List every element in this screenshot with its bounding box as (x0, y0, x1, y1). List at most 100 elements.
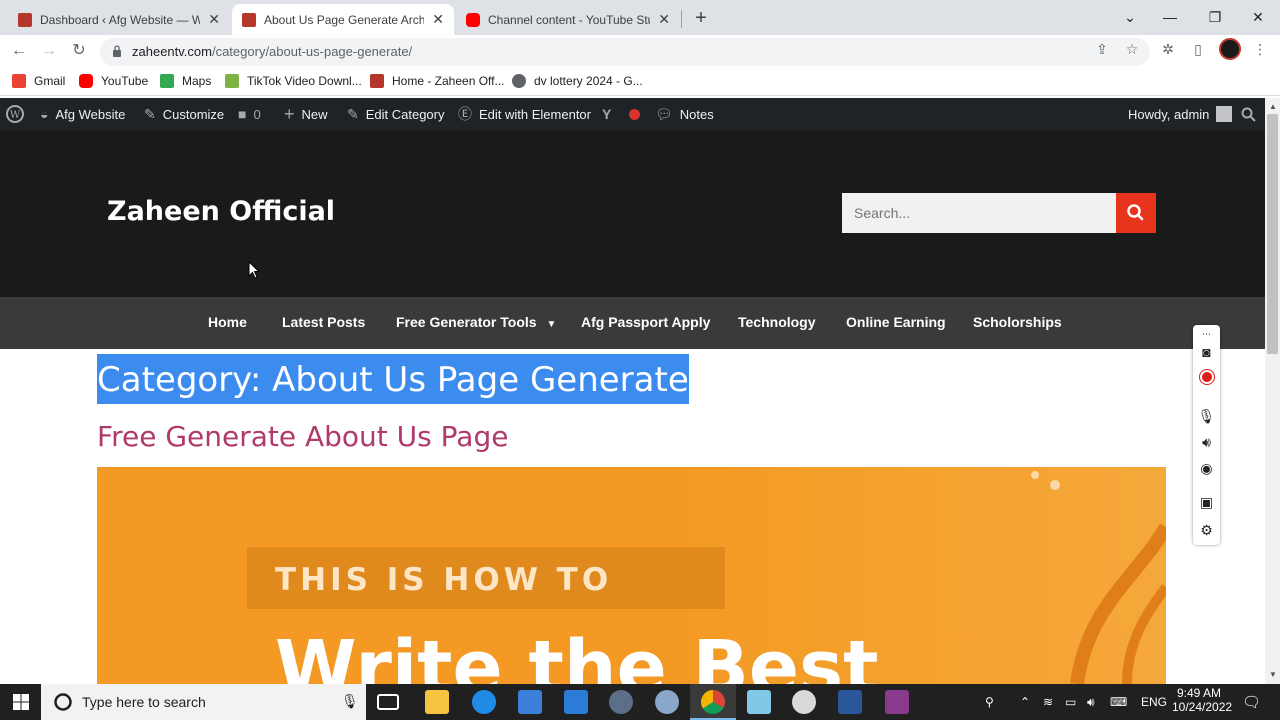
winrar-icon[interactable] (885, 690, 909, 714)
browser-menu-icon[interactable]: ⋮ (1252, 41, 1268, 57)
url-text: zaheentv.com/category/about-us-page-gene… (132, 44, 412, 59)
back-icon[interactable]: ← (8, 40, 30, 62)
close-tab-icon[interactable]: ✕ (432, 11, 444, 28)
record-button[interactable] (1197, 370, 1216, 389)
mail-icon[interactable] (564, 690, 588, 714)
tab-dashboard[interactable]: Dashboard ‹ Afg Website — Wor ✕ (8, 4, 230, 35)
bookmark-dv-lottery[interactable]: dv lottery 2024 - G... (512, 72, 643, 90)
close-tab-icon[interactable]: ✕ (658, 11, 670, 28)
taskbar-search-box[interactable]: Type here to search 🎙︎ (41, 684, 366, 720)
scrollbar-thumb[interactable] (1267, 114, 1278, 354)
chrome-icon (701, 690, 725, 714)
admin-notes[interactable]: 💬︎ Notes (655, 98, 714, 130)
tab-search-chevron-icon[interactable]: ⌄ (1110, 4, 1150, 30)
nav-free-generator-tools-label: Free Generator Tools (396, 314, 537, 330)
bookmark-star-icon[interactable]: ☆ (1124, 41, 1140, 57)
people-icon[interactable]: ⚲ (985, 684, 994, 720)
maps-icon (160, 74, 174, 88)
nav-free-generator-tools[interactable]: Free Generator Tools ▼ (396, 314, 556, 330)
bookmark-gmail[interactable]: Gmail (12, 72, 65, 90)
admin-customize[interactable]: ✎ Customize (144, 98, 224, 130)
paint-icon[interactable] (792, 690, 816, 714)
windows-start-icon[interactable] (13, 694, 29, 710)
globe-icon (512, 74, 526, 88)
share-icon[interactable]: ⇪ (1094, 41, 1110, 57)
nav-afg-passport-apply[interactable]: Afg Passport Apply (581, 314, 710, 330)
admin-site-name[interactable]: ◒ Afg Website (40, 98, 125, 130)
maximize-icon[interactable]: ❐ (1195, 4, 1235, 30)
file-explorer-icon[interactable] (425, 690, 449, 714)
minimize-icon[interactable]: — (1150, 4, 1190, 30)
profile-avatar[interactable] (1219, 38, 1241, 60)
nav-technology[interactable]: Technology (738, 314, 816, 330)
language-indicator[interactable]: ENG (1141, 684, 1167, 720)
browser-tab-bar: Dashboard ‹ Afg Website — Wor ✕ About Us… (0, 0, 1280, 35)
admin-howdy[interactable]: Howdy, admin (1128, 98, 1233, 130)
app-icon[interactable] (655, 690, 679, 714)
word-icon[interactable] (838, 690, 862, 714)
bookmark-label: YouTube (101, 74, 149, 88)
wordpress-logo-icon[interactable]: W (6, 98, 24, 130)
close-tab-icon[interactable]: ✕ (208, 11, 220, 28)
webcam-icon[interactable]: ◉ (1197, 459, 1216, 478)
keyboard-icon[interactable]: ⌨ (1110, 684, 1127, 720)
forward-icon[interactable]: → (38, 40, 60, 62)
lock-icon (113, 45, 121, 57)
tab-category-archive[interactable]: About Us Page Generate Archive ✕ (232, 4, 454, 35)
chrome-taskbar-active[interactable] (690, 684, 736, 720)
nav-scholorships[interactable]: Scholorships (973, 314, 1062, 330)
bookmark-tiktok[interactable]: TikTok Video Downl... (225, 72, 362, 90)
show-hidden-icons[interactable]: ⌃ (1020, 684, 1030, 720)
recorder-pin-icon[interactable]: ⋯ (1197, 325, 1216, 344)
taskbar-clock[interactable]: 9:49 AM 10/24/2022 (1172, 686, 1232, 714)
site-header: Zaheen Official (0, 130, 1265, 297)
scroll-down-icon[interactable]: ▼ (1269, 670, 1277, 679)
battery-icon[interactable]: ▭ (1065, 684, 1076, 720)
wifi-icon[interactable]: ≋ (1043, 684, 1053, 720)
bookmark-youtube[interactable]: YouTube (79, 72, 148, 90)
notepad-icon[interactable] (747, 690, 771, 714)
wp-admin-bar: W ◒ Afg Website ✎ Customize ■ 0 + New ✎ … (0, 98, 1265, 130)
page-scrollbar[interactable]: ▲ ▼ (1265, 98, 1280, 684)
nav-latest-posts[interactable]: Latest Posts (282, 314, 365, 330)
admin-search-icon[interactable] (1241, 98, 1256, 130)
post-title-link[interactable]: Free Generate About Us Page (97, 420, 508, 453)
admin-new[interactable]: + New (284, 98, 328, 130)
address-bar[interactable]: zaheentv.com/category/about-us-page-gene… (100, 38, 1150, 66)
extensions-icon[interactable]: ✲ (1160, 41, 1176, 57)
bookmark-zaheen-home[interactable]: Home - Zaheen Off... (370, 72, 505, 90)
admin-comments[interactable]: ■ 0 (238, 98, 261, 130)
microphone-icon[interactable]: 🎙︎ (341, 693, 359, 710)
scroll-up-icon[interactable]: ▲ (1269, 102, 1277, 111)
nav-online-earning[interactable]: Online Earning (846, 314, 946, 330)
settings-gear-icon[interactable]: ⚙ (1197, 521, 1216, 540)
admin-edit-category[interactable]: ✎ Edit Category (347, 98, 445, 130)
close-window-icon[interactable]: ✕ (1238, 4, 1278, 30)
notifications-icon[interactable]: 🗨︎ (1242, 684, 1261, 720)
edge-icon[interactable] (472, 690, 496, 714)
post-featured-image[interactable]: THIS IS HOW TO Write the Best (97, 467, 1166, 684)
task-view-icon[interactable] (377, 694, 399, 710)
reload-icon[interactable]: ↻ (68, 40, 90, 62)
store-icon[interactable] (518, 690, 542, 714)
microphone-icon[interactable]: 🎙︎ (1197, 407, 1216, 426)
admin-edit-elementor-label: Edit with Elementor (479, 106, 591, 122)
media-player-icon[interactable] (609, 690, 633, 714)
nav-home[interactable]: Home (208, 314, 247, 330)
tab-youtube-studio[interactable]: Channel content - YouTube Studi ✕ (456, 4, 680, 35)
speaker-icon[interactable]: 🔊︎ (1197, 433, 1216, 452)
volume-icon[interactable]: 🔊︎ (1087, 684, 1095, 720)
windows-icon[interactable]: ▣ (1197, 493, 1216, 512)
site-title[interactable]: Zaheen Official (107, 196, 335, 227)
site-search-button[interactable] (1116, 193, 1156, 233)
yoast-icon[interactable]: Y (602, 98, 618, 130)
admin-edit-elementor[interactable]: Ⓔ Edit with Elementor (458, 98, 591, 130)
image-headline-line2: Write the Best (275, 625, 879, 684)
bookmark-label: dv lottery 2024 - G... (534, 74, 643, 88)
side-panel-icon[interactable]: ▯ (1190, 41, 1206, 57)
site-search-input[interactable] (842, 193, 1116, 233)
camera-icon[interactable]: ◙ (1197, 343, 1216, 362)
new-tab-icon[interactable]: + (691, 6, 711, 30)
tab-title: About Us Page Generate Archive (264, 12, 425, 27)
bookmark-maps[interactable]: Maps (160, 72, 211, 90)
